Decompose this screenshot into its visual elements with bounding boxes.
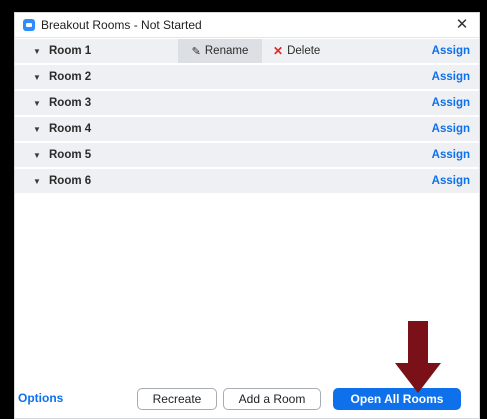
room-name: Room 3: [49, 97, 92, 109]
room-name: Room 1: [49, 45, 92, 57]
delete-x-icon: ✕: [273, 44, 284, 58]
caret-down-icon[interactable]: ▼: [33, 151, 43, 160]
room-row-6[interactable]: ▼ Room 6 Assign: [15, 169, 479, 195]
pencil-icon: ✎: [191, 45, 201, 58]
room-row-3[interactable]: ▼ Room 3 Assign: [15, 91, 479, 117]
title-bar: Breakout Rooms - Not Started ✕: [15, 13, 479, 38]
room-row-2[interactable]: ▼ Room 2 Assign: [15, 65, 479, 91]
close-icon[interactable]: ✕: [453, 16, 471, 34]
room-row-4[interactable]: ▼ Room 4 Assign: [15, 117, 479, 143]
assign-link[interactable]: Assign: [432, 117, 470, 141]
rename-button[interactable]: ✎ Rename: [178, 39, 262, 63]
room-list: ▼ Room 1 ✎ Rename ✕ Delete Assign ▼ Room…: [15, 39, 479, 195]
caret-down-icon[interactable]: ▼: [33, 47, 43, 56]
room-name: Room 5: [49, 149, 92, 161]
delete-button[interactable]: ✕ Delete: [273, 39, 320, 63]
room-name: Room 4: [49, 123, 92, 135]
caret-down-icon[interactable]: ▼: [33, 177, 43, 186]
delete-label: Delete: [287, 45, 321, 57]
room-name: Room 6: [49, 175, 92, 187]
recreate-button[interactable]: Recreate: [137, 388, 217, 410]
caret-down-icon[interactable]: ▼: [33, 99, 43, 108]
assign-link[interactable]: Assign: [432, 65, 470, 89]
assign-link[interactable]: Assign: [432, 143, 470, 167]
down-arrow-shape: [395, 321, 441, 393]
caret-down-icon[interactable]: ▼: [33, 73, 43, 82]
rename-label: Rename: [204, 45, 249, 57]
options-link[interactable]: Options: [18, 391, 63, 405]
room-name: Room 2: [49, 71, 92, 83]
room-row-1[interactable]: ▼ Room 1 ✎ Rename ✕ Delete Assign: [15, 39, 479, 65]
room-row-5[interactable]: ▼ Room 5 Assign: [15, 143, 479, 169]
down-arrow-annotation: [395, 321, 441, 393]
zoom-app-icon: [23, 19, 35, 31]
assign-link[interactable]: Assign: [432, 39, 470, 63]
assign-link[interactable]: Assign: [432, 91, 470, 115]
assign-link[interactable]: Assign: [432, 169, 470, 193]
add-room-button[interactable]: Add a Room: [223, 388, 321, 410]
caret-down-icon[interactable]: ▼: [33, 125, 43, 134]
window-title: Breakout Rooms - Not Started: [41, 18, 202, 32]
